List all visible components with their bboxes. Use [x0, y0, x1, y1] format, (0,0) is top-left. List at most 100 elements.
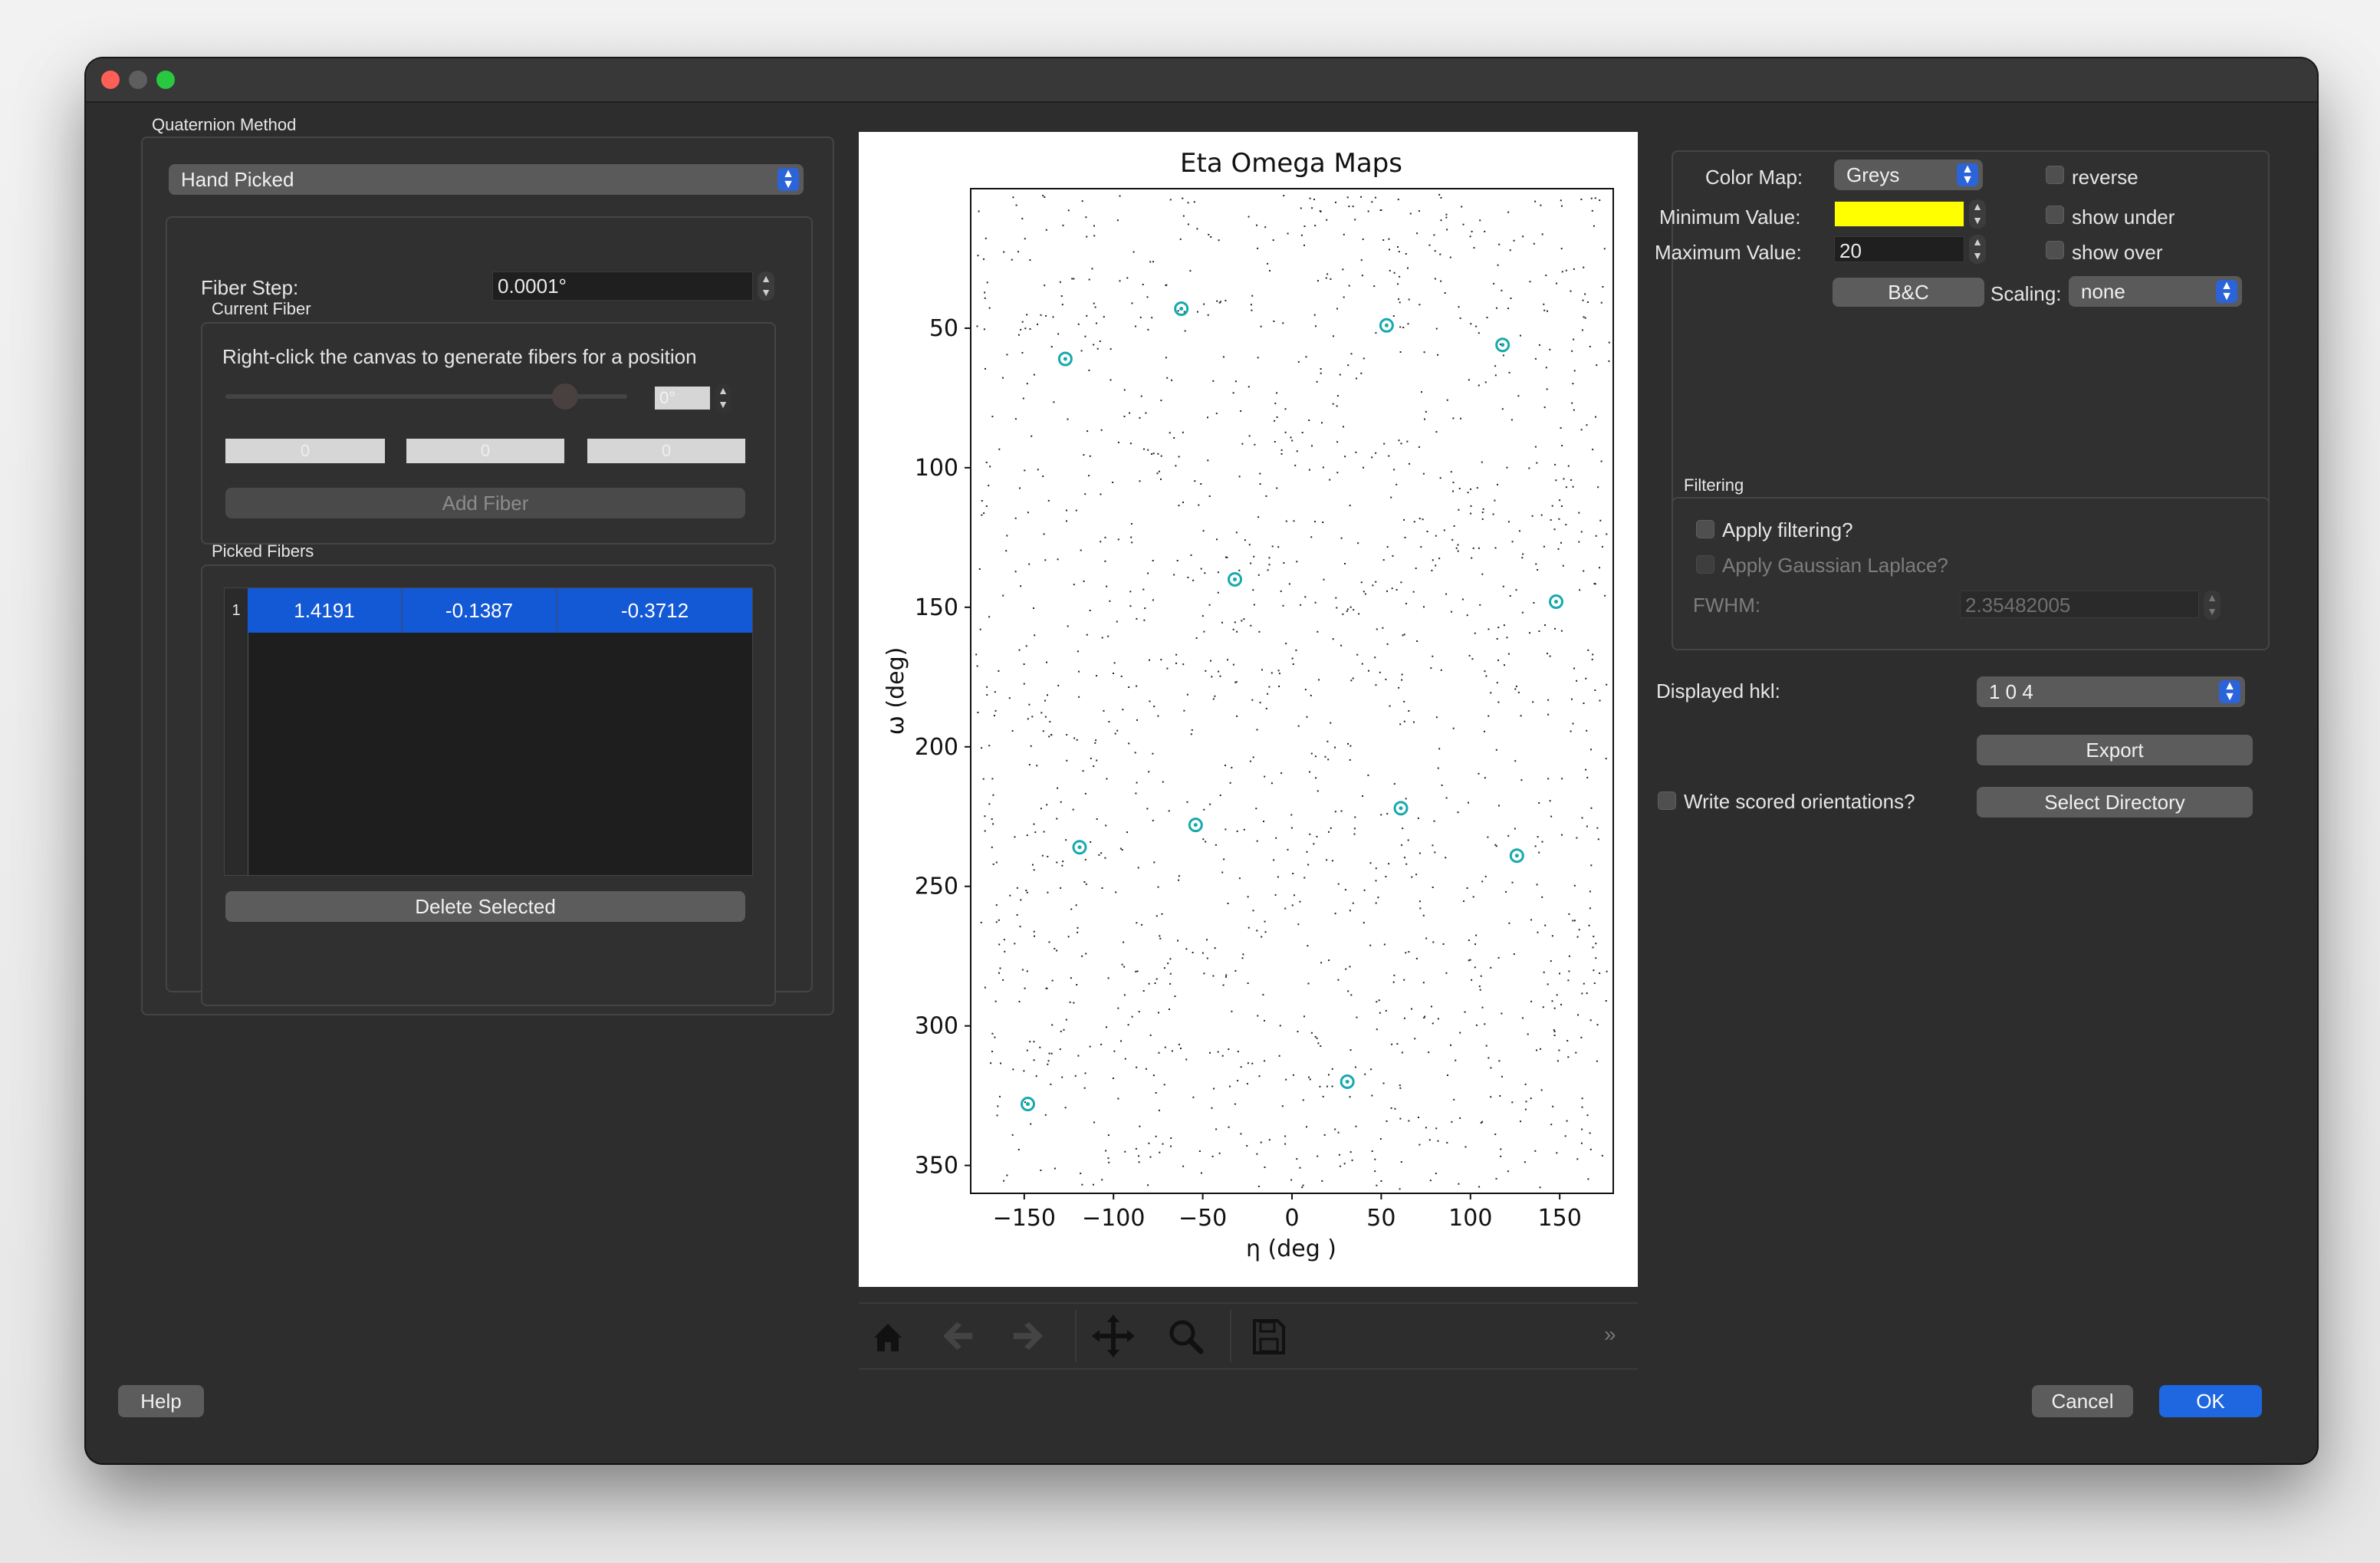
pan-icon[interactable] [1090, 1304, 1136, 1368]
noise-dot [1200, 1172, 1202, 1174]
noise-dot [995, 904, 998, 907]
hkl-marker-dot [1233, 577, 1238, 581]
eta-omega-plot[interactable]: Eta Omega Maps −150 −100 −50 0 50 100 150 5010… [859, 132, 1638, 1287]
noise-dot [1573, 884, 1576, 887]
export-button[interactable]: Export [1977, 735, 2253, 765]
angle-slider-value[interactable]: 0° [655, 387, 710, 410]
show-over-checkbox[interactable] [2046, 241, 2064, 259]
brightness-contrast-button[interactable]: B&C [1833, 278, 1984, 307]
noise-dot [1401, 679, 1403, 681]
noise-dot [1398, 251, 1400, 253]
fiber-field-3[interactable]: 0 [587, 439, 745, 463]
noise-dot [1051, 1024, 1054, 1026]
noise-dot [1105, 824, 1107, 827]
fiber-field-1[interactable]: 0 [225, 439, 385, 463]
add-fiber-button[interactable]: Add Fiber [225, 488, 745, 518]
noise-dot [1236, 715, 1238, 717]
fwhm-input[interactable]: 2.35482005 [1960, 591, 2199, 618]
table-cell[interactable]: -0.1387 [403, 588, 557, 633]
select-directory-button[interactable]: Select Directory [1977, 787, 2253, 818]
noise-dot [996, 1114, 998, 1117]
minimum-value-stepper[interactable]: ▲ ▼ [1969, 199, 1986, 229]
noise-dot [1470, 488, 1471, 490]
noise-dot [1109, 348, 1112, 350]
close-window-button[interactable] [101, 71, 120, 89]
maximum-value-input[interactable]: 20 [1834, 236, 1964, 262]
cancel-button[interactable]: Cancel [2032, 1385, 2133, 1417]
noise-dot [1392, 554, 1394, 557]
forward-arrow-icon[interactable] [1004, 1304, 1050, 1368]
noise-dot [1256, 729, 1258, 731]
minimum-value-input[interactable] [1834, 201, 1964, 227]
help-button[interactable]: Help [118, 1385, 204, 1417]
table-row[interactable]: 1.4191 -0.1387 -0.3712 [248, 588, 752, 633]
fiber-step-stepper[interactable]: ▲ ▼ [758, 271, 774, 301]
delete-selected-button[interactable]: Delete Selected [225, 891, 745, 922]
maximum-value-stepper[interactable]: ▲ ▼ [1969, 235, 1986, 264]
noise-dot [1169, 958, 1172, 960]
fiber-field-2[interactable]: 0 [406, 439, 564, 463]
noise-dot [1540, 1089, 1543, 1091]
noise-dot [1389, 248, 1390, 251]
fwhm-stepper[interactable]: ▲ ▼ [2204, 591, 2221, 620]
angle-slider-thumb[interactable] [552, 383, 578, 410]
picked-fibers-table[interactable]: 1 1.4191 -0.1387 -0.3712 [224, 587, 753, 876]
table-cell[interactable]: 1.4191 [248, 588, 403, 633]
ok-button[interactable]: OK [2159, 1385, 2262, 1417]
home-icon[interactable] [865, 1304, 911, 1368]
angle-stepper[interactable]: ▲ ▼ [715, 383, 731, 413]
noise-dot [1407, 267, 1409, 269]
noise-dot [1471, 658, 1474, 660]
maximize-window-button[interactable] [156, 71, 175, 89]
minimize-window-button[interactable] [129, 71, 147, 89]
noise-dot [1272, 239, 1274, 242]
noise-dot [1482, 508, 1484, 510]
zoom-icon[interactable] [1162, 1304, 1208, 1368]
noise-dot [1521, 611, 1524, 614]
table-cell[interactable]: -0.3712 [557, 588, 752, 633]
scaling-select[interactable]: none ▲ ▼ [2069, 276, 2242, 307]
noise-dot [1507, 308, 1509, 310]
noise-dot [1484, 777, 1486, 779]
toolbar-overflow-icon[interactable]: » [1604, 1322, 1616, 1347]
noise-dot [1090, 841, 1092, 843]
fiber-step-input[interactable]: 0.0001° [492, 271, 753, 301]
noise-dot [1558, 1049, 1560, 1051]
apply-filtering-checkbox[interactable] [1696, 520, 1714, 538]
write-scored-checkbox[interactable] [1658, 791, 1676, 810]
noise-dot [1257, 1015, 1259, 1017]
hkl-marker-dot [1063, 357, 1067, 361]
noise-dot [1318, 679, 1320, 681]
noise-dot [1277, 876, 1279, 878]
noise-dot [1126, 831, 1128, 834]
save-icon[interactable] [1245, 1304, 1291, 1368]
back-arrow-icon[interactable] [935, 1304, 981, 1368]
noise-dot [1570, 479, 1573, 481]
noise-dot [1274, 893, 1277, 896]
apply-gaussian-checkbox[interactable] [1696, 555, 1714, 574]
noise-dot [1309, 197, 1311, 199]
noise-dot [1228, 1126, 1230, 1128]
noise-dot [1160, 400, 1162, 402]
color-map-select[interactable]: Greys ▲ ▼ [1834, 160, 1983, 190]
quaternion-method-select[interactable]: Hand Picked ▲ ▼ [169, 164, 804, 195]
reverse-checkbox[interactable] [2046, 166, 2064, 184]
noise-dot [1065, 1018, 1067, 1021]
hkl-marker-dot [1399, 806, 1403, 811]
noise-dot [1011, 258, 1013, 261]
noise-dot [1601, 545, 1603, 548]
noise-dot [1534, 357, 1537, 360]
noise-dot [1524, 1161, 1526, 1163]
noise-dot [1222, 984, 1225, 986]
dialog-window: Quaternion Method Hand Picked ▲ ▼ Fiber S… [86, 58, 2317, 1463]
noise-dot [1573, 370, 1576, 372]
noise-dot [1496, 682, 1498, 684]
noise-dot [1040, 1170, 1042, 1171]
show-under-checkbox[interactable] [2046, 206, 2064, 224]
displayed-hkl-select[interactable]: 1 0 4 ▲ ▼ [1977, 676, 2245, 707]
noise-dot [1573, 920, 1576, 922]
noise-dot [1166, 667, 1169, 670]
noise-dot [1511, 419, 1513, 421]
noise-dot [1567, 1056, 1570, 1058]
noise-dot [1376, 1028, 1378, 1031]
